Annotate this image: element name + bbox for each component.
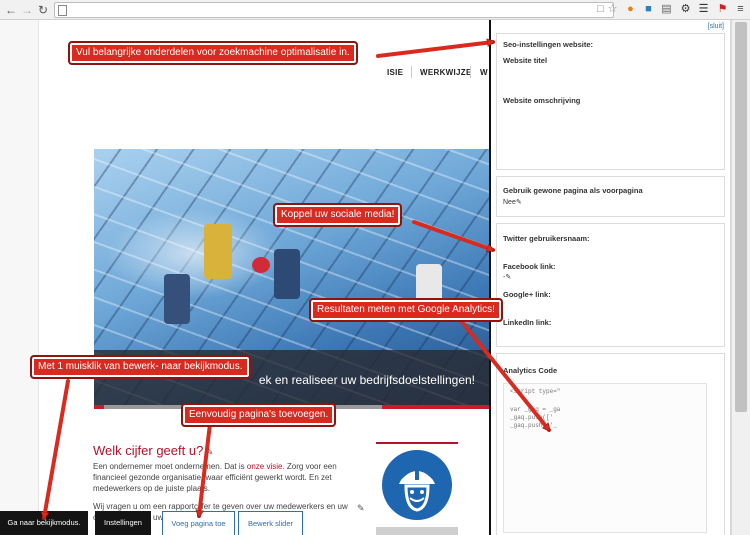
menu-icon[interactable]: ≡	[734, 3, 747, 16]
flag-icon[interactable]: ⚑	[716, 3, 729, 16]
close-panel-link[interactable]: [sluit]	[708, 23, 724, 30]
seo-heading: Seo-instellingen website:	[503, 40, 594, 49]
menu-separator	[470, 66, 471, 78]
paragraph-vision[interactable]: Een ondernemer moet ondernemen. Dat is o…	[93, 461, 365, 494]
window-washer-figure	[164, 274, 190, 324]
vision-link[interactable]: onze visie	[247, 462, 283, 471]
forward-arrow-icon[interactable]: →	[20, 3, 34, 17]
sidebar-widget	[376, 527, 458, 535]
code-line: _gaq.push(['	[510, 414, 554, 421]
safety-circle	[382, 450, 452, 520]
scrollbar-thumb[interactable]	[735, 22, 747, 412]
window-washer-figure	[274, 249, 300, 299]
section-title[interactable]: Welk cijfer geeft u? ✎	[93, 443, 213, 458]
facebook-label[interactable]: Facebook link:	[503, 262, 556, 271]
page-icon	[58, 5, 67, 16]
facebook-value[interactable]: -✎	[503, 273, 511, 281]
settings-button[interactable]: Instellingen	[95, 511, 151, 535]
add-page-button[interactable]: Voeg pagina toe	[162, 511, 235, 535]
paragraph-text: Een ondernemer moet ondernemen. Dat is	[93, 462, 247, 471]
pencil-icon[interactable]: ✎	[203, 447, 214, 457]
hero-caption: ek en realiseer uw bedrijfsdoelstellinge…	[258, 373, 475, 387]
callout-seo: Vul belangrijke onderdelen voor zoekmach…	[68, 41, 358, 65]
layers-icon[interactable]: ☰	[697, 3, 710, 16]
settings-panel: [sluit] Seo-instellingen website: Websit…	[489, 20, 731, 535]
code-line: _gaq.push(['_	[510, 422, 557, 429]
menu-separator	[411, 66, 412, 78]
reload-icon[interactable]: ↻	[36, 3, 50, 17]
safety-sign	[376, 448, 458, 526]
hero-reflection	[104, 209, 284, 299]
callout-social: Koppel uw sociale media!	[273, 203, 403, 227]
menu-item-partial[interactable]: W	[480, 68, 488, 77]
twitter-label[interactable]: Twitter gebruikersnaam:	[503, 234, 590, 243]
callout-pages: Eenvoudig pagina's toevoegen.	[181, 403, 337, 427]
site-description-label[interactable]: Website omschrijving	[503, 96, 580, 105]
site-title-label[interactable]: Website titel	[503, 56, 547, 65]
homepage-value-text: Nee	[503, 199, 516, 206]
sidebar-divider	[376, 442, 458, 444]
code-line: var _gaq = _ga	[510, 406, 561, 413]
view-mode-button[interactable]: Ga naar bekijkmodus.	[0, 511, 88, 535]
extension-orange-icon[interactable]: ●	[624, 3, 637, 16]
menu-item-visie[interactable]: ISIE	[387, 68, 403, 77]
seo-settings-box: Seo-instellingen website: Website titel …	[496, 33, 725, 170]
gear-icon[interactable]: ⚙	[679, 3, 692, 16]
extension-blue-icon[interactable]: ■	[642, 3, 655, 16]
scrollbar[interactable]	[731, 20, 750, 535]
red-bucket	[252, 257, 270, 273]
bookmark-star-icon[interactable]: ☆	[606, 3, 619, 16]
menu-item-werkwijze[interactable]: WERKWIJZE	[420, 68, 472, 77]
linkedin-label[interactable]: LinkedIn link:	[503, 318, 551, 327]
homepage-setting-box: Gebruik gewone pagina als voorpagina Nee…	[496, 176, 725, 217]
pencil-icon[interactable]: ✎	[516, 199, 522, 206]
window-washer-figure	[204, 224, 232, 279]
code-line: <script type="	[510, 388, 561, 395]
helmet-worker-icon	[399, 468, 435, 512]
google-plus-label[interactable]: Google+ link:	[503, 290, 551, 299]
homepage-value[interactable]: Nee✎	[503, 198, 522, 206]
back-arrow-icon[interactable]: ←	[4, 3, 18, 17]
analytics-label: Analytics Code	[503, 366, 558, 375]
callout-analytics: Resultaten meten met Google Analytics!	[309, 298, 503, 322]
edit-slider-button[interactable]: Bewerk slider	[238, 511, 303, 535]
pencil-icon[interactable]: ✎	[357, 503, 365, 514]
browser-toolbar: ← → ↻ □ ☆ ● ■ ▤ ⚙ ☰ ⚑ ≡	[0, 0, 750, 20]
page-gutter	[0, 20, 38, 535]
callout-view-mode: Met 1 muisklik van bewerk- naar bekijkmo…	[30, 355, 251, 379]
homepage-label: Gebruik gewone pagina als voorpagina	[503, 186, 643, 195]
extension-ruler-icon[interactable]: ▤	[660, 3, 673, 16]
analytics-code-textarea[interactable]: <script type=" var _gaq = _ga _gaq.push(…	[503, 383, 707, 533]
pencil-icon[interactable]: ✎	[505, 274, 511, 281]
social-media-box: Twitter gebruikersnaam: Facebook link: -…	[496, 223, 725, 347]
section-title-text: Welk cijfer geeft u?	[93, 443, 204, 458]
address-bar[interactable]	[54, 2, 614, 18]
